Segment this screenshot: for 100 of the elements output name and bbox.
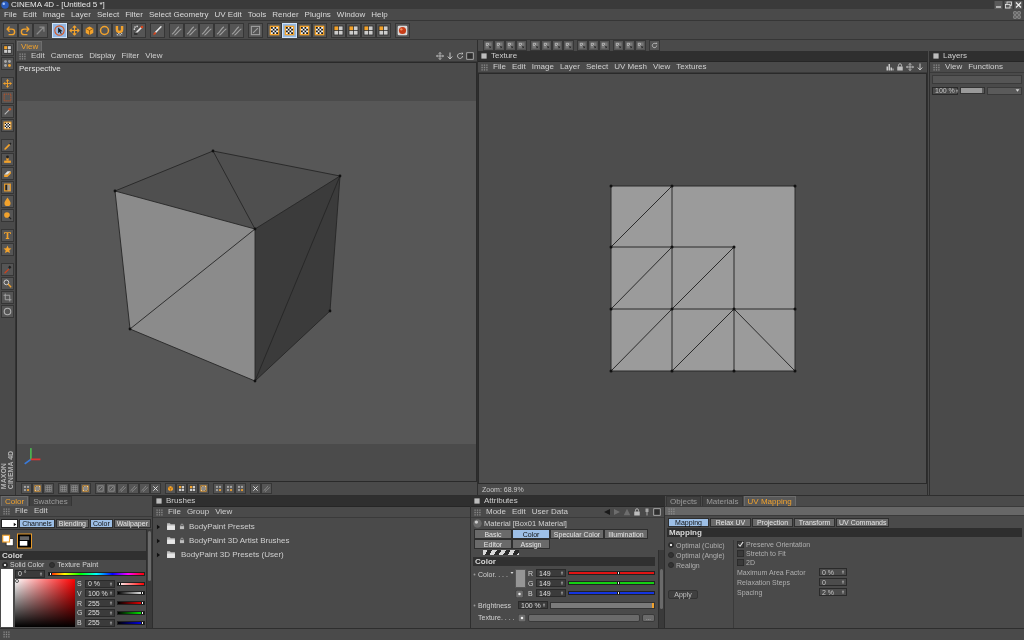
spinner-icon[interactable] bbox=[109, 600, 113, 606]
texture-canvas[interactable] bbox=[478, 73, 927, 484]
eraser-icon[interactable] bbox=[1, 167, 14, 180]
ring-icon[interactable] bbox=[1, 305, 14, 318]
menu-item[interactable]: Edit bbox=[30, 507, 51, 515]
square-icon[interactable] bbox=[248, 22, 263, 38]
close-icon[interactable] bbox=[1014, 0, 1023, 9]
menu-item[interactable]: Edit bbox=[508, 63, 529, 71]
spinner-icon[interactable] bbox=[39, 570, 43, 577]
grip-icon[interactable] bbox=[156, 508, 163, 516]
uv-mesh-drawing[interactable] bbox=[609, 184, 796, 373]
star-icon[interactable] bbox=[1, 243, 14, 256]
stroke-icon[interactable] bbox=[184, 22, 199, 38]
dots-icon[interactable] bbox=[1, 57, 14, 70]
text-tool-icon[interactable] bbox=[1, 229, 14, 242]
cursor-icon[interactable] bbox=[52, 22, 67, 38]
render-icon[interactable] bbox=[395, 22, 410, 38]
lock-icon[interactable] bbox=[633, 508, 641, 516]
stroke-icon[interactable] bbox=[214, 22, 229, 38]
pencil-icon[interactable] bbox=[1, 139, 14, 152]
menu-item[interactable]: Group bbox=[183, 508, 213, 516]
menu-item[interactable]: Textures bbox=[673, 63, 710, 71]
stamp-icon[interactable] bbox=[1, 153, 14, 166]
spinner-icon[interactable] bbox=[560, 570, 564, 576]
slider-thumb[interactable] bbox=[49, 572, 52, 575]
spinner-icon[interactable] bbox=[560, 590, 564, 596]
menu-item[interactable]: View bbox=[212, 508, 236, 516]
x-mark-icon[interactable] bbox=[250, 483, 261, 494]
slider-thumb[interactable] bbox=[141, 611, 144, 614]
menu-item[interactable]: Filter bbox=[122, 10, 146, 19]
menu-item[interactable]: Mode bbox=[483, 508, 509, 516]
stroke-icon[interactable] bbox=[169, 22, 184, 38]
spinner-icon[interactable] bbox=[560, 580, 564, 586]
menu-item[interactable]: Cameras bbox=[47, 52, 87, 60]
move-icon[interactable] bbox=[67, 22, 82, 38]
menu-item[interactable]: UV Edit bbox=[211, 10, 245, 19]
gradient-icon[interactable] bbox=[1, 181, 14, 194]
brush-icon[interactable] bbox=[150, 22, 165, 38]
grid-icon[interactable] bbox=[43, 483, 54, 494]
layout-icon[interactable] bbox=[376, 22, 391, 38]
color-picker-square[interactable] bbox=[15, 579, 75, 627]
channel-slider[interactable] bbox=[568, 591, 655, 595]
keyframe-dot-icon[interactable] bbox=[473, 603, 476, 607]
3d-viewport[interactable]: Perspective bbox=[16, 62, 477, 482]
picker-marker-icon[interactable] bbox=[15, 579, 19, 583]
panel-tab[interactable]: View bbox=[17, 41, 43, 51]
layout-icon[interactable] bbox=[187, 483, 198, 494]
layout-toggle-icon[interactable] bbox=[1013, 10, 1021, 19]
dots-icon[interactable] bbox=[224, 483, 235, 494]
layout-icon[interactable] bbox=[176, 483, 187, 494]
menu-item[interactable]: Select bbox=[582, 63, 612, 71]
picker-button-icon[interactable] bbox=[518, 613, 526, 622]
input-field[interactable] bbox=[932, 75, 1022, 84]
tree-item-label[interactable]: BodyPaint Presets bbox=[189, 522, 255, 531]
spinner-icon[interactable] bbox=[841, 569, 845, 575]
menu-item[interactable]: View bbox=[942, 63, 966, 71]
chessboard-icon[interactable] bbox=[297, 22, 312, 38]
dots-icon[interactable] bbox=[21, 483, 32, 494]
grip-icon[interactable] bbox=[668, 507, 675, 515]
menu-item[interactable]: File bbox=[490, 63, 509, 71]
panel-menu-icon[interactable] bbox=[481, 53, 487, 59]
blob-icon[interactable] bbox=[1, 209, 14, 222]
menu-item[interactable]: Layer bbox=[556, 63, 583, 71]
crop-icon[interactable] bbox=[1, 291, 14, 304]
channel-slider[interactable] bbox=[568, 571, 655, 575]
menu-item[interactable]: View bbox=[650, 63, 674, 71]
menu-item[interactable]: User Data bbox=[528, 508, 571, 516]
slider-thumb[interactable] bbox=[141, 621, 144, 624]
menu-item[interactable]: Render bbox=[269, 10, 302, 19]
wand-icon[interactable] bbox=[1, 105, 14, 118]
stroke-icon[interactable] bbox=[117, 483, 128, 494]
radio-button[interactable] bbox=[2, 561, 8, 568]
menu-item[interactable]: File bbox=[12, 507, 31, 515]
grip-icon[interactable] bbox=[19, 52, 26, 60]
grid-arrow-icon[interactable] bbox=[635, 40, 646, 51]
menu-item[interactable]: Filter bbox=[118, 52, 143, 60]
magnifier-icon[interactable] bbox=[1, 277, 14, 290]
window-icon[interactable] bbox=[653, 508, 661, 516]
pin-icon[interactable] bbox=[643, 508, 651, 516]
menu-item[interactable]: Plugins bbox=[301, 10, 334, 19]
x-mark-icon[interactable] bbox=[150, 483, 161, 494]
spinner-icon[interactable] bbox=[109, 590, 113, 597]
menu-item[interactable]: File bbox=[1, 10, 20, 19]
scrollbar[interactable] bbox=[146, 529, 152, 628]
menu-item[interactable]: Help bbox=[368, 10, 391, 19]
channel-slider[interactable] bbox=[117, 620, 145, 625]
spinner-icon[interactable] bbox=[109, 609, 113, 616]
spinner-icon[interactable] bbox=[542, 602, 546, 608]
panel-tab[interactable]: Swatches bbox=[29, 496, 72, 506]
spinner-icon[interactable] bbox=[109, 619, 113, 626]
radio-button[interactable] bbox=[49, 561, 56, 568]
channel-slider[interactable] bbox=[117, 591, 145, 596]
redo-icon[interactable] bbox=[18, 22, 33, 38]
menu-item[interactable]: File bbox=[165, 508, 184, 516]
grid-arrow-icon[interactable] bbox=[516, 40, 527, 51]
grip-icon[interactable] bbox=[481, 63, 488, 71]
down-arrow-icon[interactable] bbox=[916, 63, 924, 71]
grip-icon[interactable] bbox=[3, 507, 10, 515]
chessboard-icon[interactable] bbox=[312, 22, 327, 38]
menu-item[interactable]: Tools bbox=[244, 10, 270, 19]
